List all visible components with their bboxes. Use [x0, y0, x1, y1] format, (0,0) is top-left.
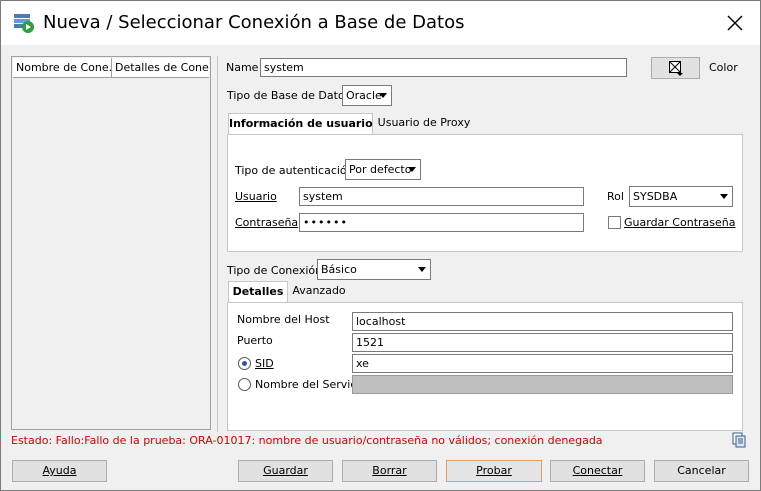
port-label: Puerto: [237, 334, 273, 347]
test-button-label: Probar: [476, 464, 512, 477]
role-select[interactable]: SYSDBA: [629, 186, 733, 207]
cancel-button[interactable]: Cancelar: [654, 460, 749, 482]
dialog-window: Nueva / Seleccionar Conexión a Base de D…: [0, 0, 761, 491]
service-name-input: [352, 375, 733, 394]
port-input[interactable]: 1521: [352, 333, 733, 352]
chevron-down-icon: [379, 93, 387, 98]
test-button[interactable]: Probar: [446, 460, 542, 482]
save-button-label: Guardar: [263, 464, 308, 477]
tab-user-info[interactable]: Información de usuario: [228, 113, 373, 135]
service-name-radio[interactable]: [238, 378, 251, 391]
role-label: Rol: [607, 190, 624, 203]
connections-list[interactable]: Nombre de Cone... Detalles de Cone...: [11, 56, 211, 430]
conn-type-value: Básico: [321, 263, 357, 276]
user-label: Usuario: [235, 190, 277, 203]
sid-input[interactable]: xe: [352, 354, 733, 373]
database-connection-icon: [14, 14, 34, 33]
auth-type-select[interactable]: Por defecto: [345, 159, 421, 180]
cancel-button-label: Cancelar: [677, 464, 726, 477]
delete-button[interactable]: Borrar: [342, 460, 437, 482]
password-input[interactable]: ••••••: [299, 213, 584, 232]
tab-details[interactable]: Detalles: [228, 281, 288, 303]
host-input[interactable]: localhost: [352, 312, 733, 331]
column-header-connection-name[interactable]: Nombre de Cone...: [13, 58, 112, 78]
conn-type-label: Tipo de Conexión: [227, 264, 323, 277]
user-input[interactable]: system: [299, 187, 584, 206]
connect-button[interactable]: Conectar: [550, 460, 645, 482]
role-value: SYSDBA: [633, 190, 678, 203]
auth-type-label: Tipo de autenticación: [235, 164, 354, 177]
sid-radio[interactable]: [238, 357, 251, 370]
close-icon[interactable]: [723, 11, 747, 35]
connect-button-label: Conectar: [572, 464, 623, 477]
help-button[interactable]: Ayuda: [12, 460, 107, 482]
db-type-label: Tipo de Base de Datos: [227, 89, 351, 102]
chevron-down-icon: [720, 194, 728, 199]
name-input[interactable]: system: [260, 58, 627, 77]
panel-divider[interactable]: [217, 56, 218, 432]
db-type-select[interactable]: Oracle: [342, 85, 392, 106]
conn-type-select[interactable]: Básico: [317, 259, 431, 280]
chevron-down-icon: [408, 167, 416, 172]
chevron-down-icon: [418, 267, 426, 272]
save-button[interactable]: Guardar: [238, 460, 333, 482]
host-label: Nombre del Host: [237, 313, 330, 326]
db-type-value: Oracle: [346, 89, 382, 102]
save-password-label[interactable]: Guardar Contraseña: [624, 216, 735, 229]
tab-proxy-user[interactable]: Usuario de Proxy: [377, 113, 471, 135]
delete-button-label: Borrar: [372, 464, 407, 477]
color-label: Color: [709, 61, 738, 74]
column-header-connection-details[interactable]: Detalles de Cone...: [112, 58, 209, 78]
service-name-label[interactable]: Nombre del Servicio: [255, 378, 366, 391]
name-label: Name: [226, 61, 259, 74]
auth-type-value: Por defecto: [349, 163, 412, 176]
sid-label[interactable]: SID: [255, 357, 274, 370]
tab-advanced[interactable]: Avanzado: [289, 281, 349, 303]
color-picker-button[interactable]: [651, 57, 700, 79]
copy-icon[interactable]: [731, 432, 747, 448]
window-title: Nueva / Seleccionar Conexión a Base de D…: [43, 12, 465, 33]
status-message: Estado: Fallo:Fallo de la prueba: ORA-01…: [11, 434, 603, 447]
connections-list-header: Nombre de Cone... Detalles de Cone...: [13, 58, 209, 78]
password-label: Contraseña: [235, 216, 299, 229]
color-swatch-icon: [669, 61, 683, 76]
title-bar: Nueva / Seleccionar Conexión a Base de D…: [1, 1, 760, 45]
help-button-label: Ayuda: [42, 464, 77, 477]
save-password-checkbox[interactable]: [608, 216, 621, 229]
